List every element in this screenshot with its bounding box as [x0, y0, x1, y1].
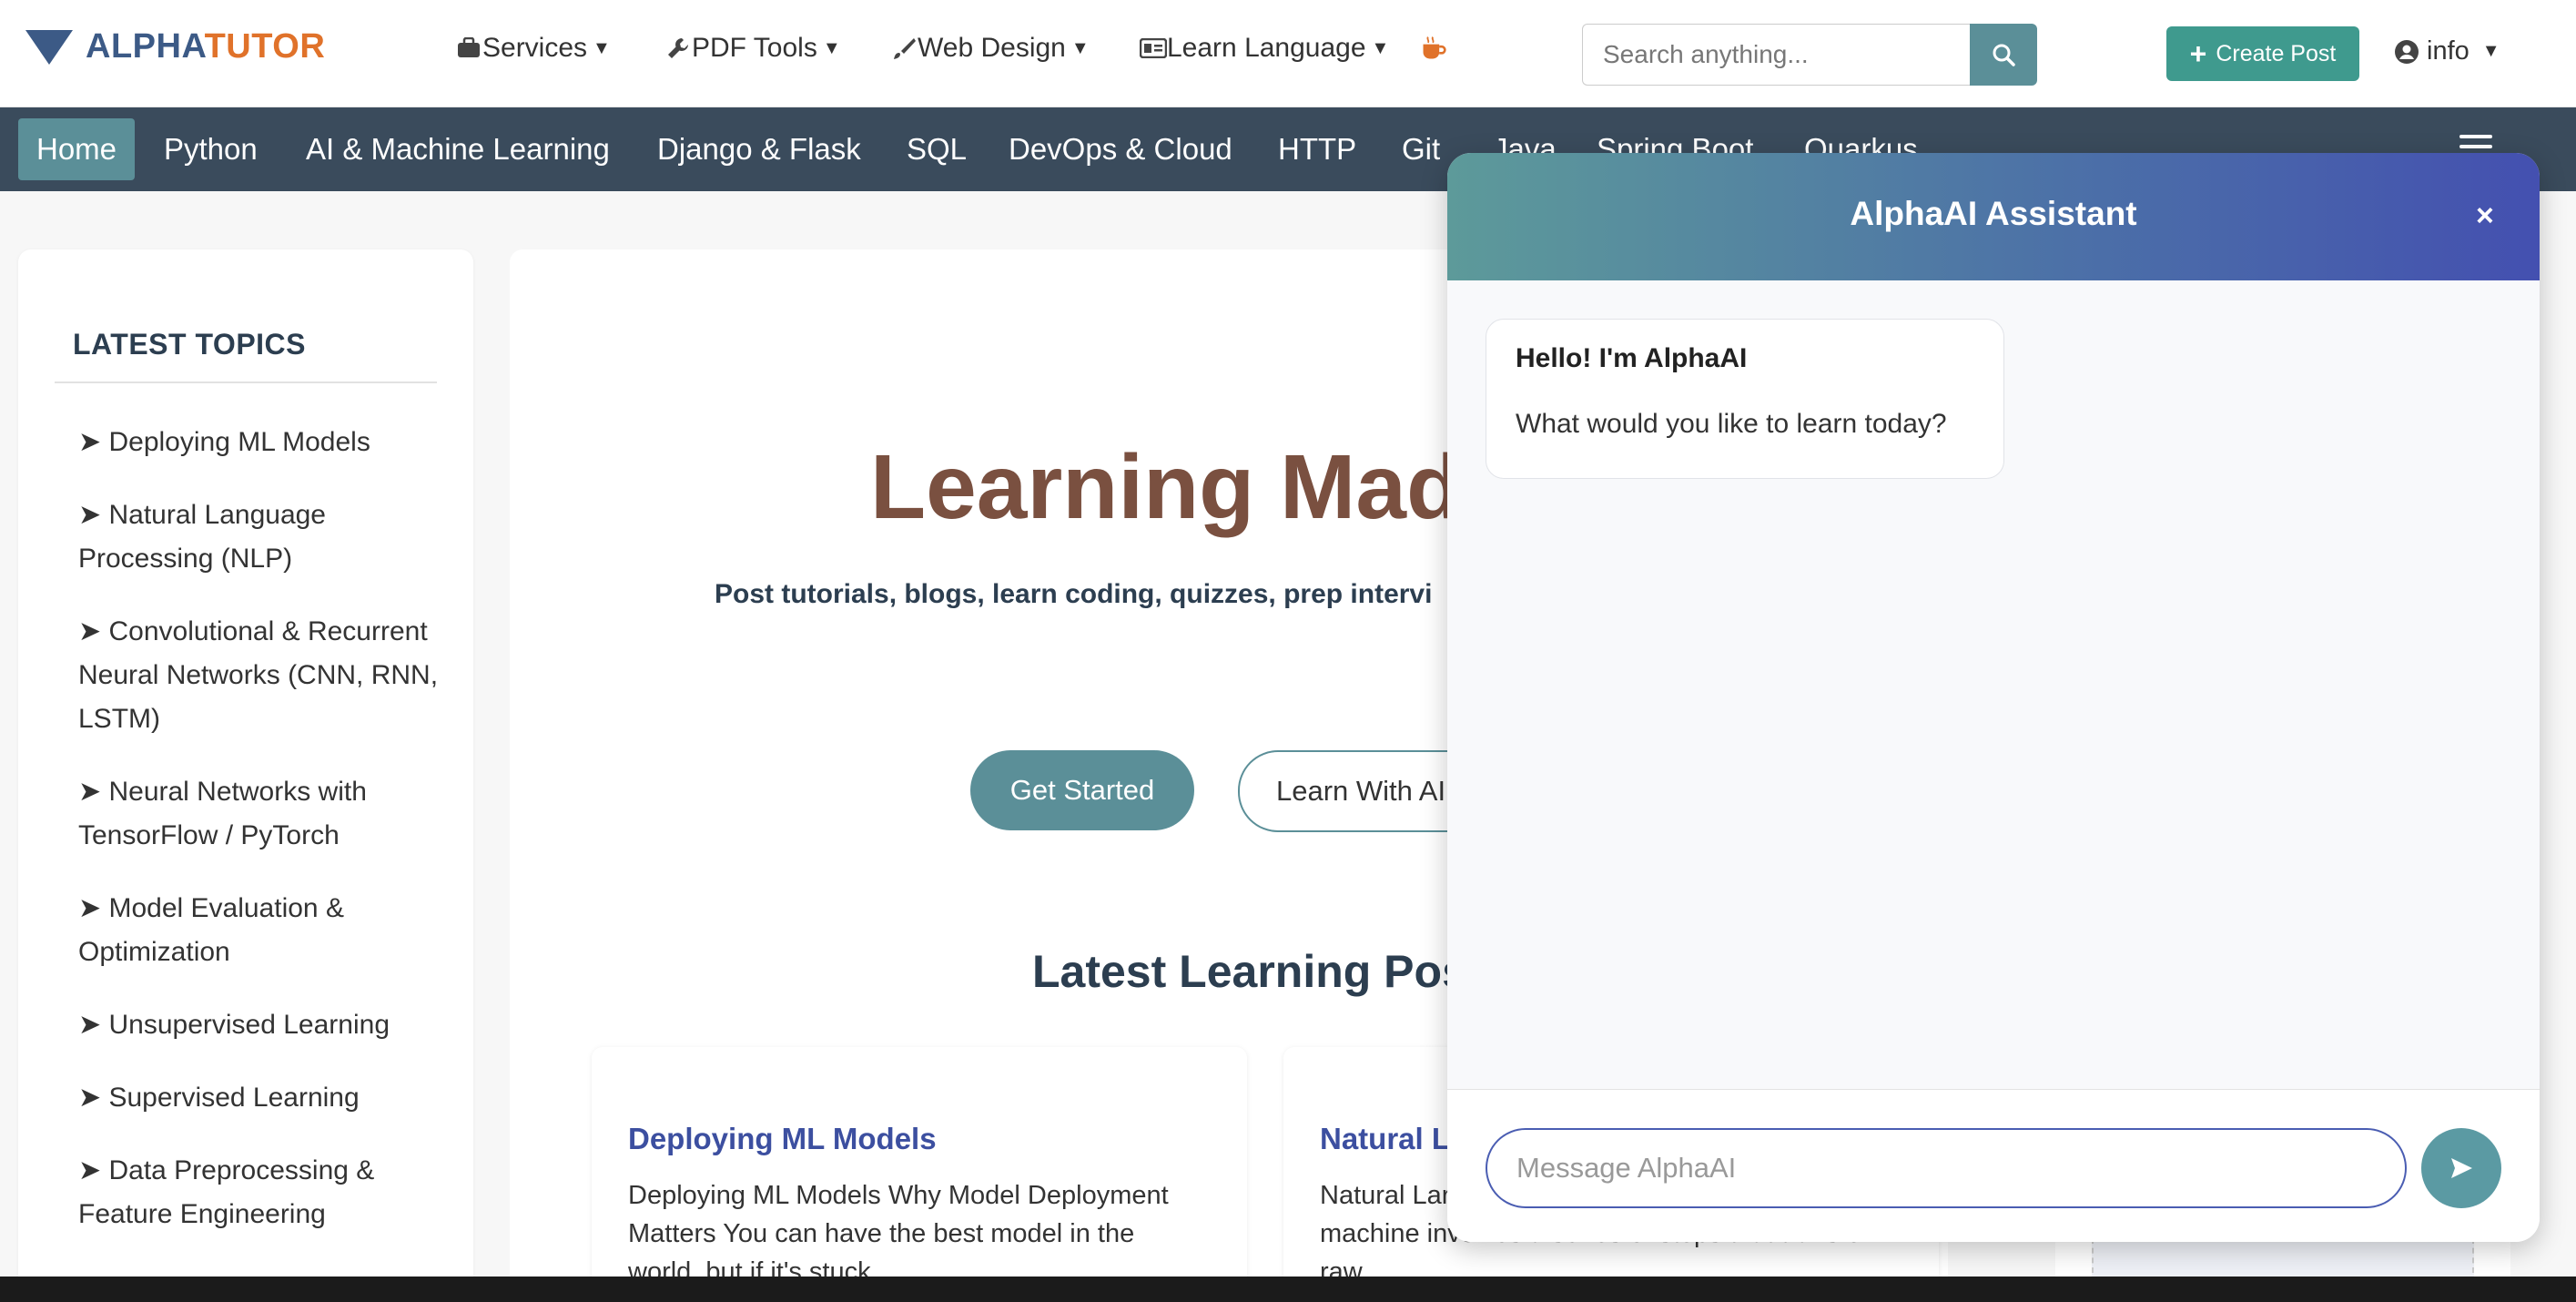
user-circle-icon: [2395, 39, 2419, 64]
chevron-down-icon: ▼: [822, 37, 841, 58]
latest-posts-title: Latest Learning Pos: [1032, 946, 1467, 997]
briefcase-icon: [455, 35, 482, 62]
assistant-message-bubble: Hello! I'm AlphaAI What would you like t…: [1486, 319, 2004, 479]
chat-header: AlphaAI Assistant ×: [1447, 153, 2540, 280]
chat-input-area: [1447, 1089, 2540, 1242]
topic-link[interactable]: ➤ Natural Language Processing (NLP): [78, 493, 461, 581]
close-icon[interactable]: ×: [2476, 198, 2494, 234]
assistant-greeting: Hello! I'm AlphaAI: [1516, 343, 1748, 373]
menu-services[interactable]: Services ▼: [455, 33, 611, 64]
chevron-down-icon: ▼: [1371, 37, 1390, 58]
search-button[interactable]: [1970, 24, 2037, 86]
assistant-message-text: What would you like to learn today?: [1516, 409, 1947, 439]
chat-message-input[interactable]: [1486, 1128, 2407, 1208]
send-icon: [2451, 1158, 2472, 1178]
post-card-excerpt: Deploying ML Models Why Model Deployment…: [628, 1181, 1169, 1287]
category-python[interactable]: Python: [146, 118, 276, 180]
menu-services-label: Services: [482, 33, 588, 63]
category-sql[interactable]: SQL: [888, 118, 985, 180]
wrench-icon: [664, 35, 692, 62]
get-started-button[interactable]: Get Started: [970, 750, 1194, 830]
hero-subtitle: Post tutorials, blogs, learn coding, qui…: [715, 579, 1433, 609]
logo-text-alpha: ALPHA: [86, 27, 205, 66]
send-button[interactable]: [2421, 1128, 2501, 1208]
chevron-down-icon: ▼: [1070, 37, 1090, 58]
coffee-button[interactable]: [1420, 35, 1447, 62]
topic-link[interactable]: ➤ Convolutional & Recurrent Neural Netwo…: [78, 610, 461, 741]
logo-triangle-icon: [25, 29, 73, 65]
alphaai-chat-widget: AlphaAI Assistant × Hello! I'm AlphaAI W…: [1447, 153, 2540, 1242]
topic-link[interactable]: ➤ Data Preprocessing & Feature Engineeri…: [78, 1149, 461, 1236]
menu-pdf-tools-label: PDF Tools: [692, 33, 817, 63]
topic-link[interactable]: ➤ Unsupervised Learning: [78, 1003, 461, 1047]
post-card-title[interactable]: Natural L: [1320, 1122, 1450, 1156]
bottom-edge-strip: [0, 1277, 2576, 1302]
post-card-title[interactable]: Deploying ML Models: [628, 1122, 937, 1156]
sidebar-divider: [55, 381, 437, 383]
plus-icon: +: [2189, 37, 2207, 70]
chat-title: AlphaAI Assistant: [1850, 195, 2137, 232]
category-django-flask[interactable]: Django & Flask: [639, 118, 879, 180]
topic-link[interactable]: ➤ Neural Networks with TensorFlow / PyTo…: [78, 770, 461, 858]
menu-web-design[interactable]: Web Design ▼: [890, 33, 1090, 64]
language-card-icon: [1140, 35, 1167, 62]
chevron-down-icon: ▼: [2481, 41, 2500, 61]
site-logo[interactable]: ALPHATUTOR: [25, 27, 325, 66]
menu-pdf-tools[interactable]: PDF Tools ▼: [664, 33, 841, 64]
coffee-icon: [1420, 35, 1447, 62]
topic-link[interactable]: ➤ Supervised Learning: [78, 1076, 461, 1120]
search-bar: [1582, 24, 2037, 86]
search-icon: [1993, 44, 2015, 66]
create-post-label: Create Post: [2216, 40, 2337, 66]
search-input[interactable]: [1582, 24, 1970, 86]
menu-learn-language-label: Learn Language: [1167, 33, 1366, 63]
post-card[interactable]: Deploying ML Models Deploying ML Models …: [592, 1047, 1247, 1302]
logo-text-tutor: TUTOR: [204, 27, 326, 66]
category-home[interactable]: Home: [18, 118, 136, 180]
latest-topics-sidebar: LATEST TOPICS ➤ Deploying ML Models ➤ Na…: [18, 249, 473, 1302]
brush-icon: [890, 35, 918, 62]
top-header: ALPHATUTOR Services ▼ PDF Tools ▼ Web De…: [0, 0, 2576, 107]
menu-web-design-label: Web Design: [918, 33, 1066, 63]
hero-title: Learning Made: [870, 436, 1513, 538]
topic-link[interactable]: ➤ Model Evaluation & Optimization: [78, 887, 461, 974]
chevron-down-icon: ▼: [593, 37, 611, 58]
topic-link[interactable]: ➤ Deploying ML Models: [78, 421, 461, 464]
create-post-button[interactable]: + Create Post: [2166, 26, 2359, 81]
category-http[interactable]: HTTP: [1260, 118, 1374, 180]
menu-learn-language[interactable]: Learn Language ▼: [1140, 33, 1389, 64]
sidebar-title: LATEST TOPICS: [73, 328, 306, 361]
category-ai-ml[interactable]: AI & Machine Learning: [288, 118, 628, 180]
logo-text: ALPHATUTOR: [86, 27, 325, 66]
user-menu[interactable]: info ▼: [2394, 36, 2500, 66]
user-menu-label: info: [2427, 36, 2470, 66]
topic-list: ➤ Deploying ML Models ➤ Natural Language…: [78, 421, 461, 1266]
category-devops-cloud[interactable]: DevOps & Cloud: [990, 118, 1251, 180]
